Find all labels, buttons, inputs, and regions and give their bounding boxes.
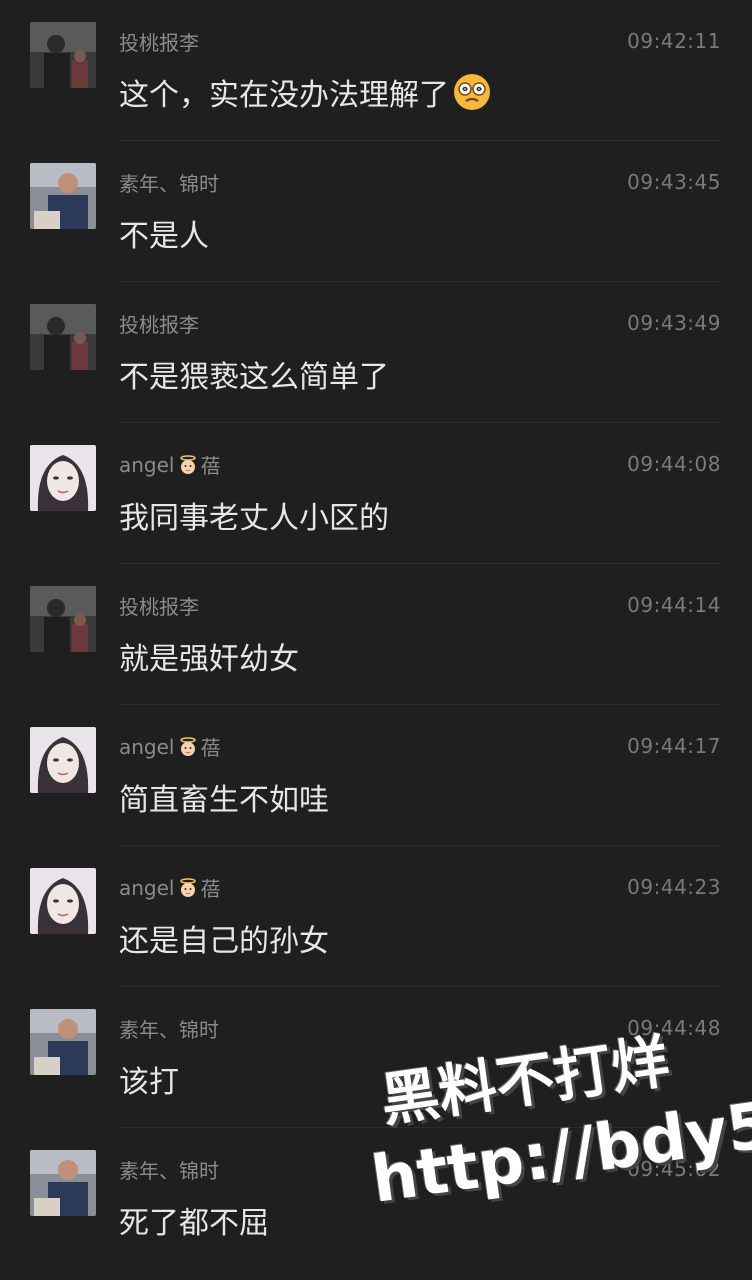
- sender-name: 素年、锦时: [119, 1018, 219, 1042]
- sender-name: angel 蓓: [119, 450, 221, 479]
- message-time: 09:44:23: [627, 875, 721, 899]
- baby-angel-icon: [177, 736, 199, 757]
- message-time: 09:44:17: [627, 734, 721, 758]
- message-time: 09:43:45: [627, 170, 721, 194]
- confused-face-icon: [452, 72, 492, 112]
- sender-name: angel 蓓: [119, 873, 221, 902]
- baby-angel-icon: [177, 877, 199, 898]
- sender-name-suffix: 蓓: [200, 877, 221, 901]
- sender-name: 素年、锦时: [119, 172, 219, 196]
- sender-name: 投桃报李: [119, 595, 199, 619]
- sender-name: 素年、锦时: [119, 1159, 219, 1183]
- avatar[interactable]: [30, 163, 96, 229]
- chat-message: 投桃报李 09:42:11 这个，实在没办法理解了: [0, 0, 752, 141]
- sender-name-suffix: 蓓: [200, 736, 221, 760]
- avatar[interactable]: [30, 586, 96, 652]
- sender-name-prefix: angel: [119, 452, 175, 477]
- sender-name: 投桃报李: [119, 31, 199, 55]
- avatar[interactable]: [30, 727, 96, 793]
- chat-message: 素年、锦时 09:43:45 不是人: [0, 141, 752, 282]
- sender-name-suffix: 蓓: [200, 454, 221, 478]
- message-time: 09:44:14: [627, 593, 721, 617]
- chat-message: angel 蓓 09:44:08 我同事老丈人小区的: [0, 423, 752, 564]
- chat-message: 投桃报李 09:44:14 就是强奸幼女: [0, 564, 752, 705]
- message-text: 该打: [119, 1065, 179, 1100]
- avatar[interactable]: [30, 1150, 96, 1216]
- chat-message: angel 蓓 09:44:17 简直畜生不如哇: [0, 705, 752, 846]
- message-text: 简直畜生不如哇: [119, 783, 329, 818]
- message-time: 09:43:49: [627, 311, 721, 335]
- message-text: 不是人: [119, 219, 209, 254]
- baby-angel-icon: [177, 454, 199, 475]
- avatar[interactable]: [30, 22, 96, 88]
- avatar[interactable]: [30, 868, 96, 934]
- message-text: 还是自己的孙女: [119, 924, 329, 959]
- message-text: 死了都不屈: [119, 1206, 269, 1241]
- sender-name: angel 蓓: [119, 732, 221, 761]
- message-text-content: 这个，实在没办法理解了: [119, 78, 449, 113]
- message-text: 我同事老丈人小区的: [119, 501, 389, 536]
- chat-message: 投桃报李 09:43:49 不是猥亵这么简单了: [0, 282, 752, 423]
- message-text: 就是强奸幼女: [119, 642, 299, 677]
- message-time: 09:44:08: [627, 452, 721, 476]
- sender-name-prefix: angel: [119, 734, 175, 759]
- message-text: 不是猥亵这么简单了: [119, 360, 389, 395]
- chat-message: angel 蓓 09:44:23 还是自己的孙女: [0, 846, 752, 987]
- sender-name: 投桃报李: [119, 313, 199, 337]
- sender-name-prefix: angel: [119, 875, 175, 900]
- message-time: 09:42:11: [627, 29, 721, 53]
- avatar[interactable]: [30, 445, 96, 511]
- message-text: 这个，实在没办法理解了: [119, 70, 492, 114]
- avatar[interactable]: [30, 304, 96, 370]
- avatar[interactable]: [30, 1009, 96, 1075]
